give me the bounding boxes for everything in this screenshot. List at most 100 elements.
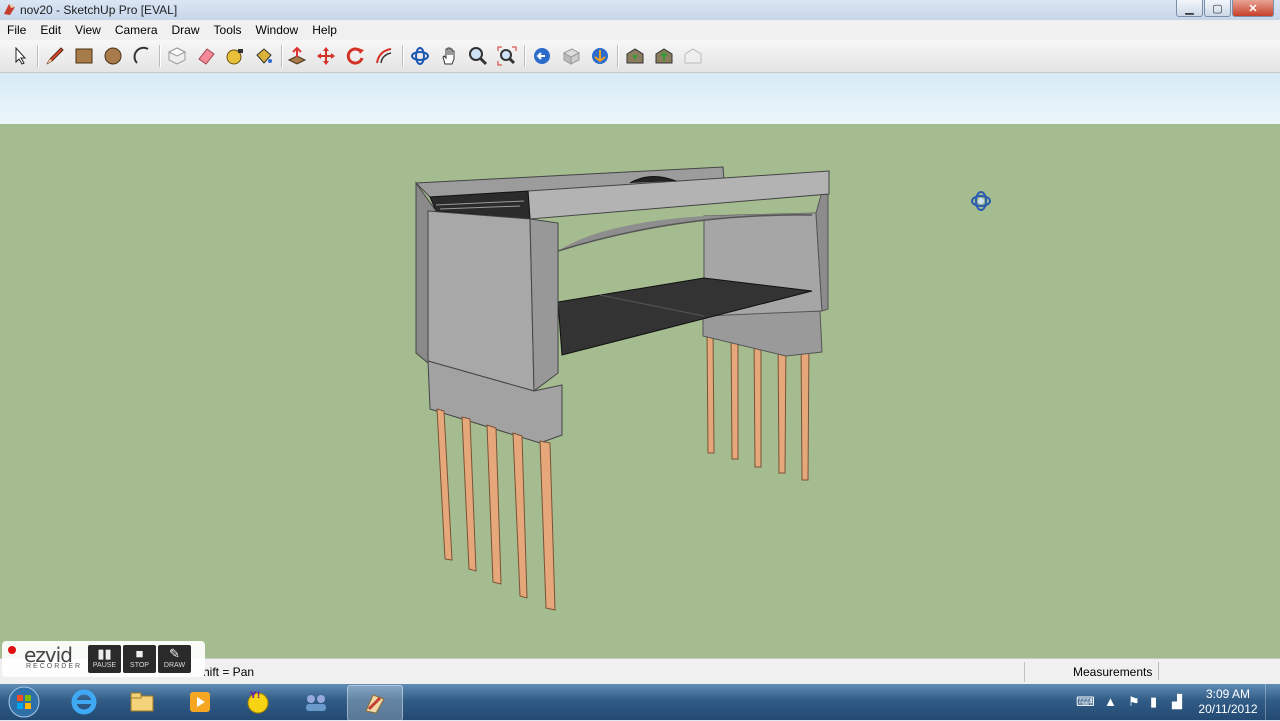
orbit-cursor-icon	[971, 191, 991, 211]
flag-tray-icon[interactable]: ⚑	[1128, 694, 1140, 710]
warehouse-icon	[626, 48, 644, 64]
drawing-viewport[interactable]	[0, 73, 1280, 658]
window-controls: ▁ ▢ ✕	[1175, 0, 1274, 18]
ezvid-stop-label: STOP	[130, 662, 149, 669]
orbit-icon	[411, 47, 429, 65]
show-desktop-button[interactable]	[1265, 684, 1280, 720]
close-button[interactable]: ✕	[1232, 0, 1274, 17]
get-models-icon	[684, 48, 702, 64]
arc-tool-button[interactable]	[130, 44, 154, 68]
zoom-extents-tool-button[interactable]	[495, 44, 519, 68]
push-pull-icon	[287, 46, 307, 65]
ezvid-pause-label: PAUSE	[92, 662, 117, 669]
previous-view-button[interactable]	[530, 44, 554, 68]
zoom-tool-button[interactable]	[466, 44, 490, 68]
tape-measure-icon	[226, 49, 243, 65]
make-component-button[interactable]	[165, 44, 189, 68]
start-button[interactable]	[4, 685, 44, 719]
stop-icon: ■	[135, 646, 144, 661]
magnifier-icon	[469, 47, 488, 66]
menu-window[interactable]: Window	[249, 20, 306, 40]
minimize-button[interactable]: ▁	[1176, 0, 1203, 17]
circle-tool-button[interactable]	[101, 44, 125, 68]
orbit-tool-button[interactable]	[408, 44, 432, 68]
title-bar: nov20 - SketchUp Pro [EVAL] ▁ ▢ ✕	[0, 0, 1280, 21]
pan-tool-button[interactable]	[437, 44, 461, 68]
line-tool-button[interactable]	[43, 44, 67, 68]
arc-icon	[133, 46, 149, 64]
bridge-model[interactable]	[0, 73, 1280, 658]
taskbar-internet-explorer[interactable]	[57, 685, 111, 719]
svg-text:Y!: Y!	[249, 691, 261, 701]
clock-date: 20/11/2012	[1198, 702, 1258, 716]
clock-time: 3:09 AM	[1205, 687, 1251, 701]
ezvid-draw-button[interactable]: ✎ DRAW	[158, 645, 191, 673]
paint-bucket-tool-button[interactable]	[252, 44, 276, 68]
menu-tools[interactable]: Tools	[207, 20, 249, 40]
menu-bar: File Edit View Camera Draw Tools Window …	[0, 20, 1280, 40]
rotate-icon	[346, 47, 364, 65]
ezvid-stop-button[interactable]: ■ STOP	[123, 645, 156, 673]
left-wall-front	[427, 210, 535, 392]
eraser-icon	[198, 48, 215, 65]
windows-taskbar: Y! ⌨ ▲ ⚑ ▮ ▟ 3:09 AM 20/11/2012	[0, 684, 1280, 721]
previous-view-icon	[534, 48, 550, 64]
network-signal-icon[interactable]: ▟	[1172, 694, 1182, 710]
show-hidden-icons-icon[interactable]: ▲	[1104, 694, 1117, 709]
offset-icon	[376, 48, 392, 64]
window-title: nov20 - SketchUp Pro [EVAL]	[20, 3, 178, 17]
system-tray: ⌨ ▲ ⚑ ▮ ▟	[1072, 684, 1200, 720]
menu-draw[interactable]: Draw	[165, 20, 207, 40]
zoom-extents-icon	[497, 46, 517, 66]
internet-explorer-icon	[71, 689, 97, 715]
paint-bucket-icon	[256, 48, 272, 64]
select-arrow-icon	[15, 46, 27, 65]
share-model-icon	[655, 48, 673, 64]
menu-edit[interactable]: Edit	[33, 20, 68, 40]
menu-help[interactable]: Help	[305, 20, 344, 40]
media-player-icon	[190, 692, 210, 712]
pencil-icon	[46, 47, 64, 65]
taskbar-sketchup[interactable]	[347, 685, 403, 721]
eraser-tool-button[interactable]	[194, 44, 218, 68]
windows-logo-icon	[8, 686, 40, 718]
measurements-input[interactable]	[1158, 662, 1277, 680]
keyboard-tray-icon[interactable]: ⌨	[1076, 694, 1095, 710]
status-divider	[1024, 662, 1025, 682]
push-pull-tool-button[interactable]	[285, 44, 309, 68]
power-tray-icon[interactable]: ▮	[1150, 694, 1157, 710]
ezvid-subtitle: RECORDER	[26, 663, 83, 670]
right-footing	[702, 310, 823, 357]
standard-views-button[interactable]	[588, 44, 612, 68]
menu-view[interactable]: View	[68, 20, 108, 40]
system-clock[interactable]: 3:09 AM 20/11/2012	[1197, 687, 1259, 717]
ezvid-recorder-overlay: ezvid RECORDER ▮▮ PAUSE ■ STOP ✎ DRAW	[2, 641, 205, 677]
recording-indicator-icon	[8, 646, 16, 654]
tape-measure-tool-button[interactable]	[223, 44, 247, 68]
make-component-icon	[167, 47, 187, 65]
rectangle-tool-button[interactable]	[72, 44, 96, 68]
select-tool-button[interactable]	[8, 44, 32, 68]
ezvid-pause-button[interactable]: ▮▮ PAUSE	[88, 645, 121, 673]
move-arrows-icon	[317, 47, 335, 65]
rotate-tool-button[interactable]	[343, 44, 367, 68]
maximize-button[interactable]: ▢	[1204, 0, 1231, 17]
taskbar-network-app[interactable]	[289, 685, 343, 719]
3d-warehouse-button[interactable]	[623, 44, 647, 68]
taskbar-yahoo-messenger[interactable]: Y!	[231, 685, 285, 719]
next-view-icon	[562, 48, 581, 65]
taskbar-media-player[interactable]	[173, 685, 227, 719]
taskbar-file-explorer[interactable]	[115, 685, 169, 719]
folder-icon	[130, 692, 154, 712]
menu-camera[interactable]: Camera	[108, 20, 165, 40]
yahoo-messenger-icon: Y!	[247, 691, 269, 714]
move-tool-button[interactable]	[314, 44, 338, 68]
get-models-button[interactable]	[681, 44, 705, 68]
menu-file[interactable]: File	[0, 20, 33, 40]
draw-pen-icon: ✎	[169, 646, 180, 661]
share-model-button[interactable]	[652, 44, 676, 68]
next-view-button[interactable]	[559, 44, 583, 68]
offset-tool-button[interactable]	[372, 44, 396, 68]
hand-icon	[442, 47, 455, 65]
sketchup-app-icon	[4, 4, 15, 15]
